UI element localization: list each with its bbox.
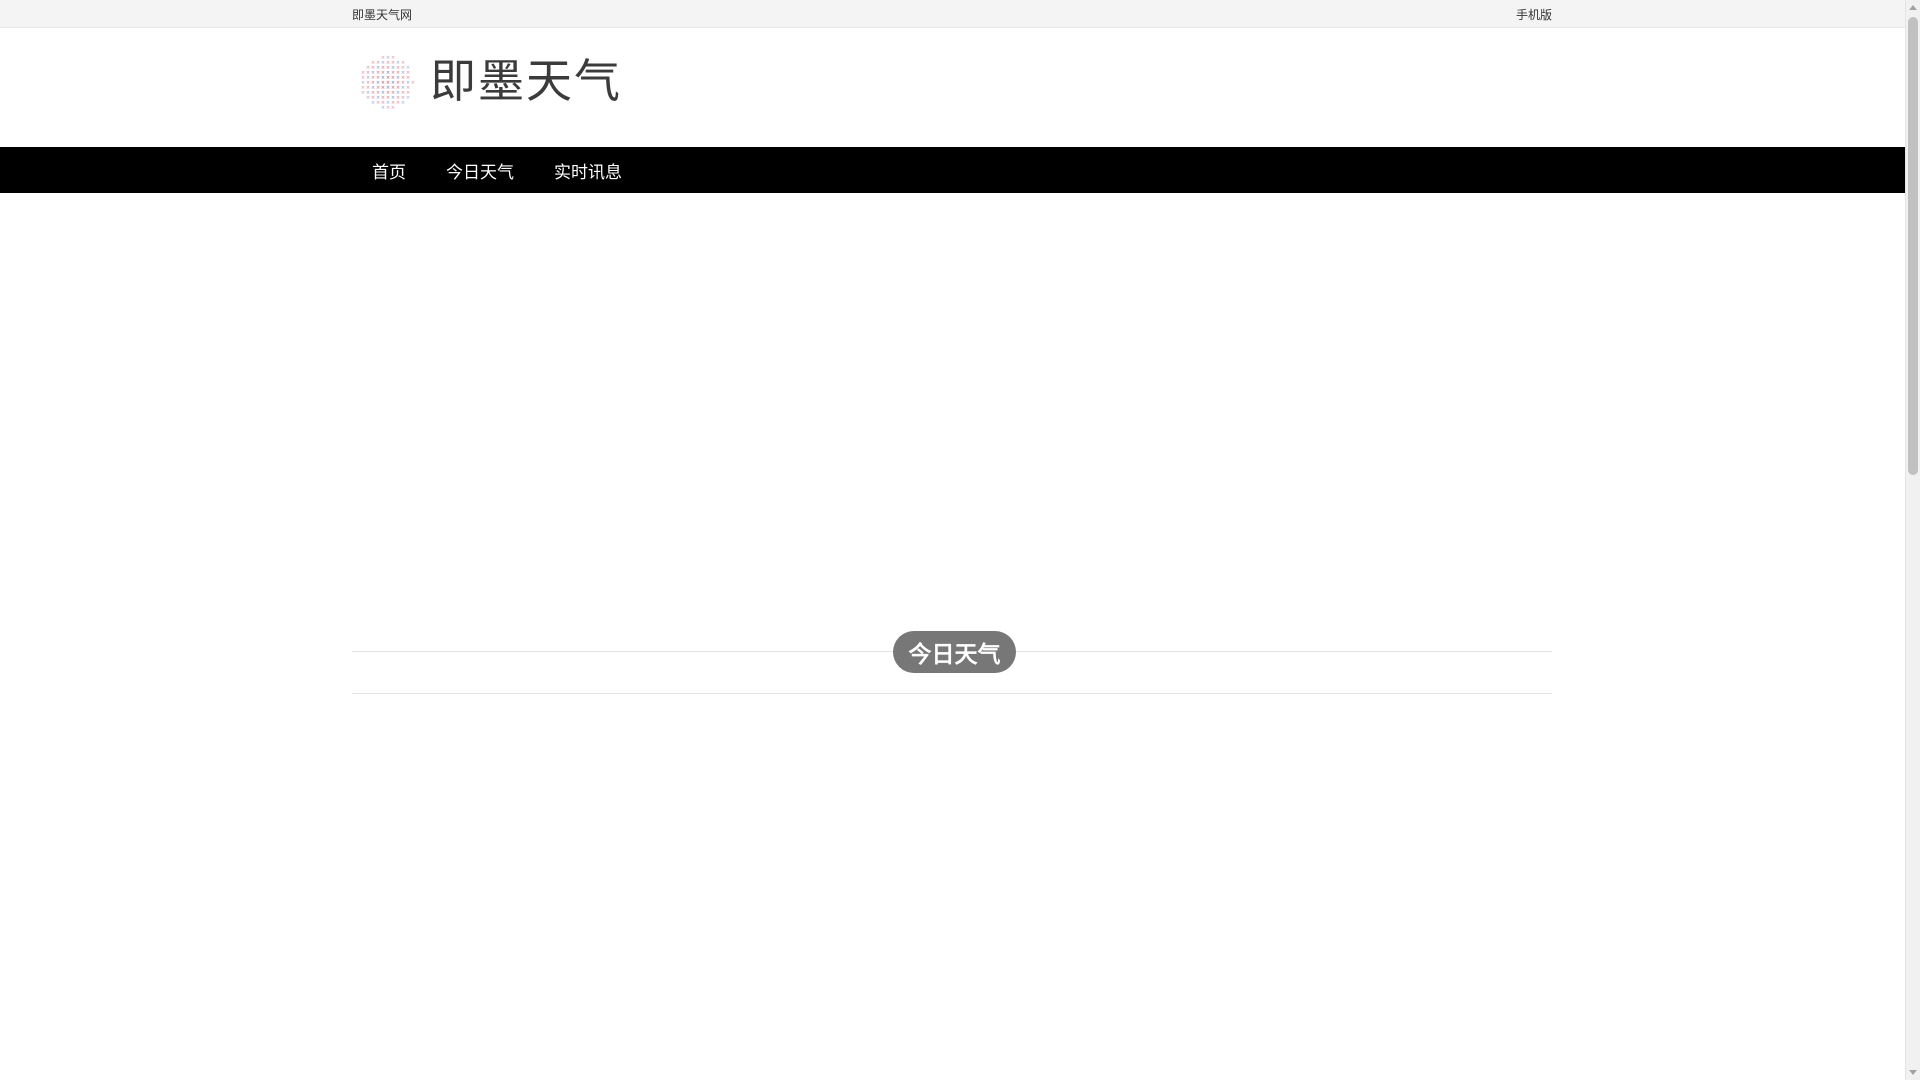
svg-text:×: × <box>401 100 405 106</box>
logo-text: 即墨天气 <box>430 54 622 108</box>
svg-text:×: × <box>366 95 370 101</box>
svg-text:×: × <box>371 100 375 106</box>
nav-item-today-weather[interactable]: 今日天气 <box>426 147 534 193</box>
globe-logo-icon: × × × × × × × × × × × × × × × × × × × × × × × × × × × × × × × × × × × × × × × ×… <box>354 53 420 109</box>
top-utility-bar: 即墨天气网 手机版 <box>0 0 1905 28</box>
page: 即墨天气网 手机版 × × × × × × × × × × × × × × × × × × × × × × × × × × × × × ×… <box>0 0 1905 1080</box>
section-divider-bottom <box>352 693 1552 694</box>
site-name-link[interactable]: 即墨天气网 <box>352 6 412 23</box>
scroll-down-arrow-icon[interactable] <box>1909 1070 1917 1075</box>
scroll-thumb[interactable] <box>1908 17 1918 475</box>
site-logo[interactable]: × × × × × × × × × × × × × × × × × × × × × × × × × × × × × × × × × × × × × × × ×… <box>354 51 644 111</box>
ad-slot <box>352 193 1552 633</box>
scroll-up-arrow-icon[interactable] <box>1909 5 1917 10</box>
main-nav: 首页 今日天气 实时讯息 <box>0 147 1905 193</box>
mobile-version-link[interactable]: 手机版 <box>1516 6 1552 23</box>
vertical-scrollbar[interactable] <box>1905 0 1920 1080</box>
site-header: × × × × × × × × × × × × × × × × × × × × × × × × × × × × × × × × × × × × × × × ×… <box>0 28 1905 147</box>
svg-text:×: × <box>361 90 365 96</box>
svg-text:×: × <box>396 100 400 106</box>
section-title: 今日天气 <box>893 631 1016 673</box>
nav-item-realtime-news[interactable]: 实时讯息 <box>534 147 642 193</box>
svg-text:×: × <box>391 105 395 109</box>
nav-item-home[interactable]: 首页 <box>352 147 426 193</box>
svg-text:×: × <box>376 100 380 106</box>
svg-text:×: × <box>406 95 410 101</box>
svg-text:×: × <box>381 105 385 109</box>
svg-text:×: × <box>386 105 390 109</box>
svg-text:×: × <box>411 80 415 86</box>
